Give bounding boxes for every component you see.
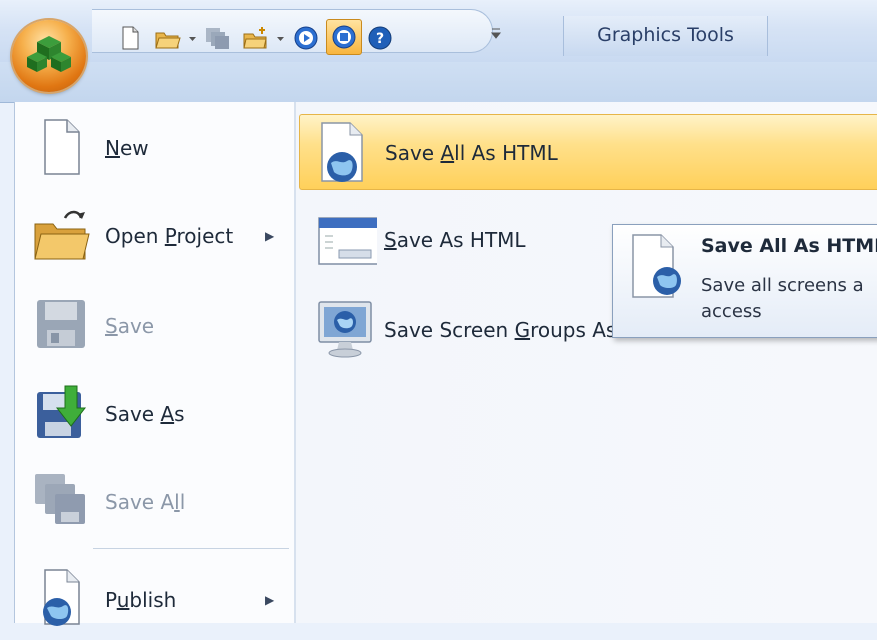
- application-menu: New Open Project ▶ Save Save As Save All…: [14, 102, 877, 626]
- menu-separator: [93, 548, 289, 549]
- stop-button[interactable]: [326, 19, 362, 55]
- menu-item-label: Save As: [105, 402, 185, 426]
- svg-text:?: ?: [376, 31, 384, 47]
- menu-item-label: Publish: [105, 588, 177, 612]
- monitor-globe-icon: [318, 301, 372, 358]
- new-document-icon[interactable]: [116, 25, 144, 51]
- help-icon[interactable]: ?: [366, 25, 394, 51]
- menu-item-save-as[interactable]: Save As: [15, 374, 294, 454]
- app-logo-icon: [27, 36, 71, 72]
- save-all-icon: [35, 474, 85, 524]
- run-icon[interactable]: [292, 25, 320, 51]
- submenu-arrow-icon: ▶: [265, 593, 275, 607]
- ribbon-strip: [0, 62, 877, 103]
- tooltip-description: Save all screens a access: [701, 275, 864, 322]
- web-page-icon: [318, 217, 377, 265]
- submenu-pane: Save All As HTML Save As HTML Save Scree…: [296, 102, 877, 623]
- submenu-item-label: Save All As HTML: [385, 141, 558, 165]
- menu-item-label: Save: [105, 314, 155, 338]
- menu-commands-pane: New Open Project ▶ Save Save As Save All…: [15, 102, 296, 626]
- publish-icon: [43, 569, 80, 626]
- open-folder-icon: [34, 210, 90, 260]
- menu-item-label: Open Project: [105, 224, 234, 248]
- save-all-icon: [206, 28, 229, 49]
- menu-item-label: Save All: [105, 490, 186, 514]
- submenu-arrow-icon: ▶: [265, 229, 275, 243]
- menu-item-publish[interactable]: Publish ▶: [15, 560, 294, 640]
- stop-icon: [332, 25, 356, 49]
- new-folder-icon[interactable]: [242, 25, 270, 51]
- customize-toolbar-icon[interactable]: [490, 26, 502, 40]
- open-folder-icon[interactable]: [154, 25, 182, 51]
- menu-item-label: New: [105, 136, 149, 160]
- menu-item-new[interactable]: New: [15, 110, 294, 190]
- chevron-down-icon[interactable]: [276, 34, 285, 43]
- menu-item-open-project[interactable]: Open Project ▶: [15, 198, 294, 278]
- tab-graphics-tools[interactable]: Graphics Tools: [563, 16, 768, 56]
- tooltip-title: Save All As HTML: [701, 235, 877, 257]
- menu-item-save[interactable]: Save: [15, 286, 294, 366]
- save-as-icon: [37, 385, 87, 438]
- application-button[interactable]: [12, 20, 86, 92]
- tab-graphics-tools-label: Graphics Tools: [597, 24, 734, 46]
- submenu-item-save-all-as-html[interactable]: Save All As HTML: [299, 114, 877, 190]
- new-document-icon: [44, 119, 80, 175]
- floppy-disk-icon: [37, 300, 85, 348]
- chevron-down-icon[interactable]: [188, 34, 197, 43]
- tooltip: Save All As HTML Save all screens a acce…: [612, 224, 877, 338]
- menu-item-save-all[interactable]: Save All: [15, 462, 294, 542]
- title-bar: ? Graphics Tools: [0, 0, 877, 62]
- html-document-globe-icon: [632, 234, 681, 298]
- html-document-globe-icon: [321, 122, 363, 182]
- quick-access-toolbar: ?: [92, 9, 502, 55]
- submenu-item-label: Save As HTML: [384, 228, 526, 252]
